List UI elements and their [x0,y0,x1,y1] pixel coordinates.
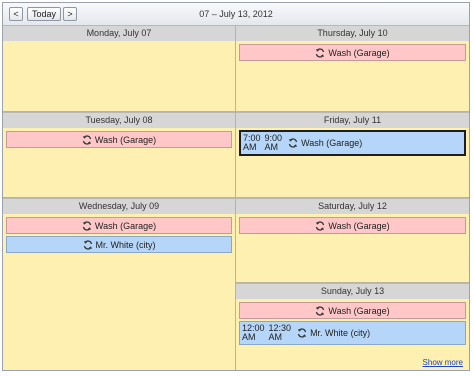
appointment[interactable]: Wash (Garage) [6,217,232,234]
day-header[interactable]: Wednesday, July 09 [3,198,235,215]
show-more-link[interactable]: Show more [423,358,463,367]
end-time: 12:30 AM [269,324,292,342]
recurrence-icon [297,328,307,338]
appointment-subject: Mr. White (city) [95,239,156,250]
appointment[interactable]: Wash (Garage) [6,131,232,148]
day-body[interactable]: Wash (Garage) [3,128,235,198]
appointment-subject: Wash (Garage) [328,220,390,231]
week-left-column: Monday, July 07 Tuesday, July 08 Wash (G… [3,25,235,370]
appointment-times: 12:00 AM 12:30 AM [242,324,291,342]
start-time: 12:00 AM [242,324,265,342]
appointment-subject: Wash (Garage) [94,134,157,145]
day-body[interactable]: Wash (Garage) [236,214,469,283]
day-cell-thursday[interactable]: Thursday, July 10 Wash (Garage) [236,25,469,112]
day-cell-tuesday[interactable]: Tuesday, July 08 Wash (Garage) [3,112,235,198]
appointment-selected[interactable]: 7:00 AM 9:00 AM Wash (Garage) [239,130,466,156]
day-body[interactable] [3,41,235,112]
day-header[interactable]: Saturday, July 12 [236,198,469,215]
appointment-subject: Wash (Garage) [328,305,390,316]
start-time-ampm: AM [243,142,257,152]
day-header[interactable]: Tuesday, July 08 [3,112,235,129]
appointment[interactable]: Wash (Garage) [239,302,466,319]
appointment[interactable]: Wash (Garage) [239,217,466,234]
appointment[interactable]: Wash (Garage) [239,44,466,61]
appointment-subject: Wash (Garage) [328,47,390,58]
recurrence-icon [82,220,92,231]
recurrence-icon [83,239,92,250]
date-range-title: 07 – July 13, 2012 [199,9,273,19]
start-time-ampm: AM [242,332,256,342]
end-time-ampm: AM [264,142,279,152]
week-right-column: Thursday, July 10 Wash (Garage) Friday, … [236,25,469,370]
appointment-times: 7:00 AM 9:00 AM [243,134,282,152]
end-time: 9:00 AM [265,134,283,152]
day-header[interactable]: Thursday, July 10 [236,25,469,42]
day-header[interactable]: Friday, July 11 [236,112,469,129]
appointment[interactable]: 12:00 AM 12:30 AM Mr. White (city) [239,321,466,345]
recurrence-icon [316,47,325,58]
scheduler-toolbar: < Today > 07 – July 13, 2012 [3,3,469,26]
start-time: 7:00 AM [243,134,261,152]
day-body[interactable]: Wash (Garage) 12:00 AM 12:30 AM Mr. Whit… [236,299,469,370]
recurrence-icon [316,220,325,231]
recurrence-icon [82,134,92,145]
day-body[interactable]: Wash (Garage) [236,41,469,112]
end-time-ampm: AM [268,332,283,342]
appointment-subject: Wash (Garage) [301,138,363,148]
appointment-subject: Mr. White (city) [310,328,371,338]
day-header[interactable]: Monday, July 07 [3,25,235,42]
recurrence-icon [288,138,298,148]
appointment-subject: Wash (Garage) [94,220,157,231]
day-cell-monday[interactable]: Monday, July 07 [3,25,235,112]
day-cell-sunday[interactable]: Sunday, July 13 Wash (Garage) 12:00 AM 1… [236,283,469,370]
appointment[interactable]: Mr. White (city) [6,236,232,253]
recurrence-icon [316,305,325,316]
day-body[interactable]: Wash (Garage) Mr. White (city) [3,214,235,370]
day-body[interactable]: 7:00 AM 9:00 AM Wash (Garage) [236,128,469,198]
day-cell-friday[interactable]: Friday, July 11 7:00 AM 9:00 AM Wash (Ga… [236,112,469,198]
day-cell-wednesday[interactable]: Wednesday, July 09 Wash (Garage) Mr. Whi… [3,198,235,370]
day-cell-saturday[interactable]: Saturday, July 12 Wash (Garage) [236,198,469,283]
day-header[interactable]: Sunday, July 13 [236,283,469,300]
scheduler-week-view: < Today > 07 – July 13, 2012 Monday, Jul… [2,2,470,371]
